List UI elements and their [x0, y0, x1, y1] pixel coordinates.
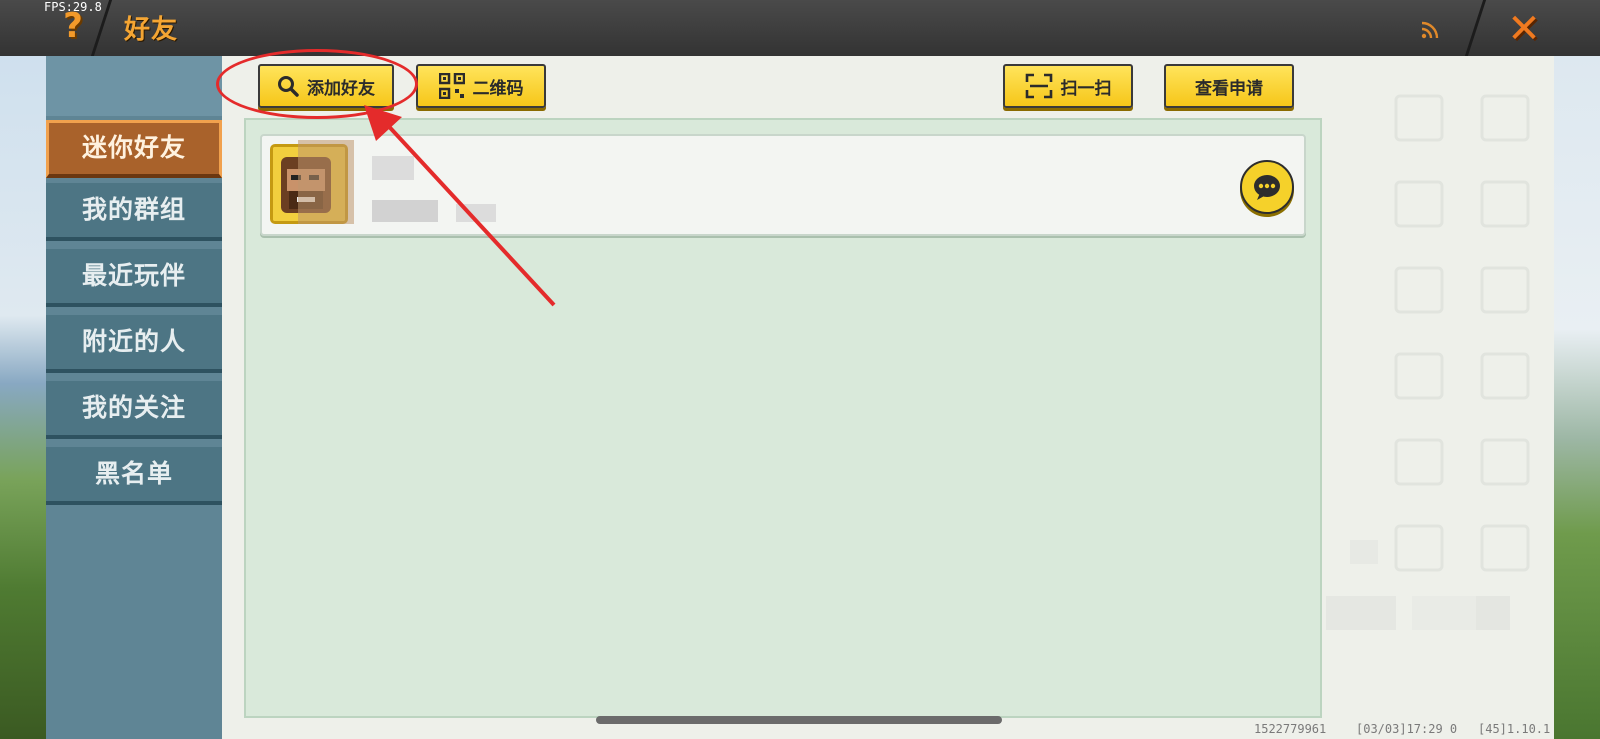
tab-nearby-people[interactable]: 附近的人: [46, 315, 222, 373]
tab-mini-friends[interactable]: 迷你好友: [46, 120, 222, 178]
chat-bubble-icon: [1254, 175, 1280, 200]
qr-code-icon: [438, 73, 465, 99]
version-text: [45]1.10.1: [1478, 722, 1551, 736]
view-requests-label: 查看申请: [1195, 78, 1263, 99]
tab-recent-players[interactable]: 最近玩伴: [46, 249, 222, 307]
page-title: 好友: [124, 15, 179, 45]
annotation-arrow: [364, 105, 556, 307]
close-button[interactable]: ✕: [1500, 6, 1548, 52]
background-scenery-left: [0, 56, 46, 739]
datetime-text: [03/03]17:29 0: [1356, 722, 1458, 736]
tab-my-following[interactable]: 我的关注: [46, 381, 222, 439]
scan-label: 扫一扫: [1060, 78, 1112, 99]
signal-icon: [1421, 21, 1439, 39]
view-requests-button[interactable]: 查看申请: [1164, 64, 1294, 108]
chat-button[interactable]: [1240, 160, 1294, 214]
close-divider: [1464, 0, 1487, 56]
background-scenery-right: [1552, 56, 1600, 739]
scan-frame-icon: [1025, 73, 1052, 99]
top-bar: FPS:29.8 ? 好友 ✕: [0, 0, 1600, 56]
help-question-icon: ?: [63, 6, 83, 46]
help-button[interactable]: ?: [50, 6, 96, 52]
user-id-text: 1522779961: [1254, 722, 1327, 736]
background-pattern: [1326, 94, 1530, 630]
friends-panel: 迷你好友 我的群组 最近玩伴 附近的人 我的关注 黑名单 添加好友 二维码 扫一…: [46, 56, 1554, 739]
qr-code-label: 二维码: [472, 78, 524, 99]
tab-my-groups[interactable]: 我的群组: [46, 183, 222, 241]
sidebar-top-strip: [46, 56, 222, 116]
close-x-icon: ✕: [1507, 6, 1541, 52]
tab-blacklist[interactable]: 黑名单: [46, 447, 222, 505]
scan-button[interactable]: 扫一扫: [1003, 64, 1133, 108]
sidebar: 迷你好友 我的群组 最近玩伴 附近的人 我的关注 黑名单: [46, 56, 222, 739]
qr-code-button[interactable]: 二维码: [416, 64, 546, 108]
avatar-censor-block: [298, 140, 354, 224]
home-indicator-bar: [596, 716, 1002, 724]
